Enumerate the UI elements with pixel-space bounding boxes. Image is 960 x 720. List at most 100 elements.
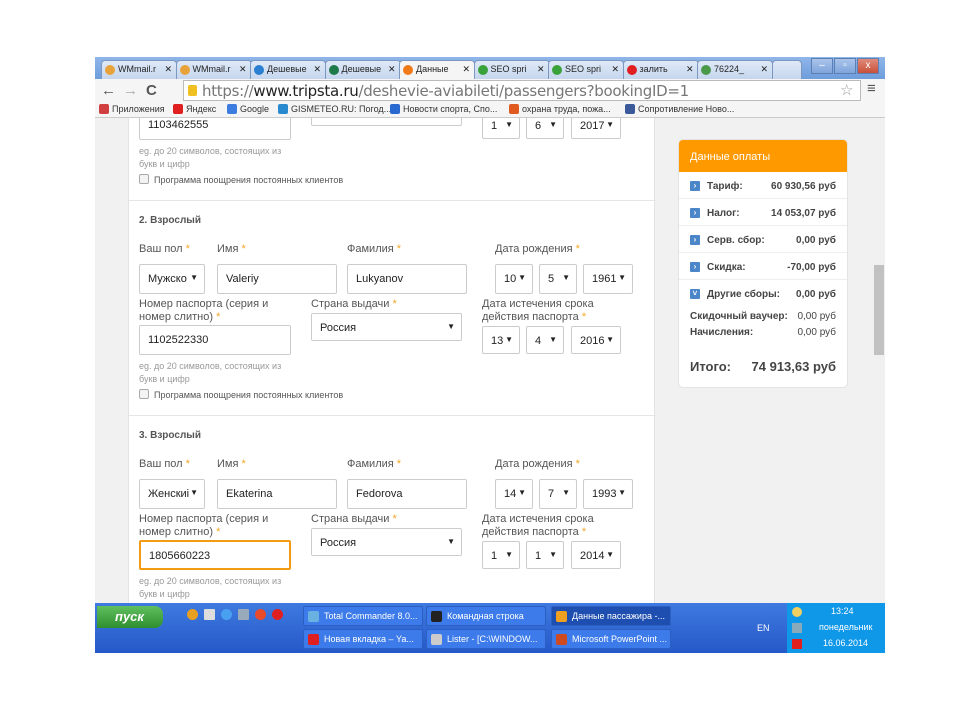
checkbox[interactable] <box>139 174 149 184</box>
desktop-icon[interactable] <box>238 609 249 620</box>
clock-time[interactable]: 13:24 <box>831 606 854 616</box>
scrollbar-thumb[interactable] <box>874 265 884 355</box>
bookmark-4[interactable]: Новости спорта, Спо... <box>390 104 497 114</box>
close-tab-icon[interactable]: ✕ <box>462 64 470 75</box>
first-name-input[interactable]: Ekaterina <box>217 479 337 509</box>
minimize-button[interactable]: – <box>811 58 833 74</box>
dob-month-select[interactable]: 5▼ <box>539 264 577 294</box>
close-tab-icon[interactable]: ✕ <box>313 64 321 75</box>
yandex-icon[interactable] <box>272 609 283 620</box>
expiry-year-select[interactable]: 2014▼ <box>571 541 621 569</box>
reload-icon[interactable]: C <box>146 82 157 99</box>
taskbar-button[interactable]: Lister - [C:\WINDOW... <box>426 629 546 649</box>
bookmark-3[interactable]: GISMETEO.RU: Погод... <box>278 104 391 114</box>
language-indicator[interactable]: EN <box>757 623 770 633</box>
ie-icon[interactable] <box>221 609 232 620</box>
network-icon[interactable] <box>792 623 802 633</box>
country-select[interactable]: Россия▼ <box>311 528 462 556</box>
tab-3[interactable]: Дешевые✕ <box>325 60 401 79</box>
loyalty-program-checkbox[interactable]: Программа поощрения постоянных клиентов <box>139 174 343 186</box>
quicklaunch-icon[interactable] <box>204 609 215 620</box>
chevron-down-icon[interactable]: ˅ <box>690 289 700 299</box>
country-select[interactable]: Россия▼ <box>311 313 462 341</box>
tab-2[interactable]: Дешевые✕ <box>250 60 326 79</box>
vertical-scrollbar[interactable] <box>873 118 885 603</box>
maximize-button[interactable]: ▫ <box>834 58 856 74</box>
payment-row[interactable]: ›Серв. сбор:0,00 руб <box>679 226 847 253</box>
quicklaunch-icon[interactable] <box>187 609 198 620</box>
payment-row[interactable]: ›Тариф:60 930,56 руб <box>679 172 847 199</box>
dob-day-select[interactable]: 10▼ <box>495 264 533 294</box>
chevron-right-icon[interactable]: › <box>690 235 700 245</box>
taskbar-button[interactable]: Данные пассажира -... <box>551 606 671 626</box>
tab-1[interactable]: WMmail.r✕ <box>176 60 252 79</box>
last-name-input[interactable]: Fedorova <box>347 479 467 509</box>
taskbar-button[interactable]: Total Commander 8.0... <box>303 606 423 626</box>
gender-select[interactable]: Мужско▼ <box>139 264 205 294</box>
close-tab-icon[interactable]: ✕ <box>164 64 172 75</box>
tab-0[interactable]: WMmail.r✕ <box>101 60 177 79</box>
chevron-right-icon[interactable]: › <box>690 208 700 218</box>
close-tab-icon[interactable]: ✕ <box>239 64 247 75</box>
expiry-month-select[interactable]: 1▼ <box>526 541 564 569</box>
expiry-year-select[interactable]: 2016▼ <box>571 326 621 354</box>
last-name-input[interactable]: Lukyanov <box>347 264 467 294</box>
bookmark-1[interactable]: Яндекс <box>173 104 216 114</box>
close-tab-icon[interactable]: ✕ <box>611 64 619 75</box>
dob-year-select[interactable]: 1961▼ <box>583 264 633 294</box>
label-text: Страна выдачи <box>311 513 389 525</box>
passport-number-input[interactable]: 1103462555 <box>139 118 291 140</box>
start-button[interactable]: пуск <box>97 606 163 628</box>
tab-5[interactable]: SEO spri✕ <box>474 60 550 79</box>
chrome-icon[interactable] <box>255 609 266 620</box>
tab-4[interactable]: Данные✕ <box>399 60 475 79</box>
passport-number-input[interactable]: 1805660223 <box>139 540 291 570</box>
bookmark-star-icon[interactable]: ☆ <box>840 81 853 99</box>
dob-year-select[interactable]: 1993▼ <box>583 479 633 509</box>
passport-number-input[interactable]: 1102522330 <box>139 325 291 355</box>
chevron-right-icon[interactable]: › <box>690 181 700 191</box>
expiry-year-select[interactable]: 2017▼ <box>571 118 621 139</box>
gender-select[interactable]: Женскиі▼ <box>139 479 205 509</box>
expiry-day-select[interactable]: 1▼ <box>482 118 520 139</box>
dob-month-select[interactable]: 7▼ <box>539 479 577 509</box>
tab-8[interactable]: 76224_✕ <box>697 60 773 79</box>
select-value: Мужско <box>148 273 187 285</box>
close-window-button[interactable]: x <box>857 58 879 74</box>
tab-6[interactable]: SEO spri✕ <box>548 60 624 79</box>
field-label: Ваш пол * <box>139 243 190 256</box>
dob-day-select[interactable]: 14▼ <box>495 479 533 509</box>
taskbar-button[interactable]: Microsoft PowerPoint ... <box>551 629 671 649</box>
menu-icon[interactable]: ≡ <box>867 80 876 97</box>
back-icon[interactable]: ← <box>101 82 116 99</box>
close-tab-icon[interactable]: ✕ <box>686 64 694 75</box>
forward-icon[interactable]: → <box>123 82 138 99</box>
chevron-right-icon[interactable]: › <box>690 262 700 272</box>
checkbox[interactable] <box>139 389 149 399</box>
tab-7[interactable]: залить✕ <box>623 60 699 79</box>
taskbar-button[interactable]: Новая вкладка – Ya... <box>303 629 423 649</box>
loyalty-program-checkbox[interactable]: Программа поощрения постоянных клиентов <box>139 389 343 401</box>
bookmark-2[interactable]: Google <box>227 104 269 114</box>
first-name-input[interactable]: Valeriy <box>217 264 337 294</box>
expiry-month-select[interactable]: 6▼ <box>526 118 564 139</box>
expiry-month-select[interactable]: 4▼ <box>526 326 564 354</box>
expiry-day-select[interactable]: 1▼ <box>482 541 520 569</box>
country-select[interactable]: ▼ <box>311 118 462 126</box>
required-star: * <box>392 298 396 310</box>
antivirus-icon[interactable] <box>792 639 802 649</box>
taskbar-button[interactable]: Командная строка <box>426 606 546 626</box>
checkbox-label: Программа поощрения постоянных клиентов <box>154 175 343 185</box>
bookmark-5[interactable]: охрана труда, пожа... <box>509 104 611 114</box>
close-tab-icon[interactable]: ✕ <box>537 64 545 75</box>
url-input[interactable]: https://www.tripsta.ru/deshevie-aviabile… <box>183 80 861 101</box>
payment-row[interactable]: ›Скидка:-70,00 руб <box>679 253 847 280</box>
expiry-day-select[interactable]: 13▼ <box>482 326 520 354</box>
bookmark-0[interactable]: Приложения <box>99 104 165 114</box>
tray-icon[interactable] <box>792 607 802 617</box>
close-tab-icon[interactable]: ✕ <box>388 64 396 75</box>
payment-row[interactable]: ›Налог:14 053,07 руб <box>679 199 847 226</box>
bookmark-6[interactable]: Сопротивление Ново... <box>625 104 734 114</box>
close-tab-icon[interactable]: ✕ <box>760 64 768 75</box>
new-tab-button[interactable] <box>772 60 802 79</box>
